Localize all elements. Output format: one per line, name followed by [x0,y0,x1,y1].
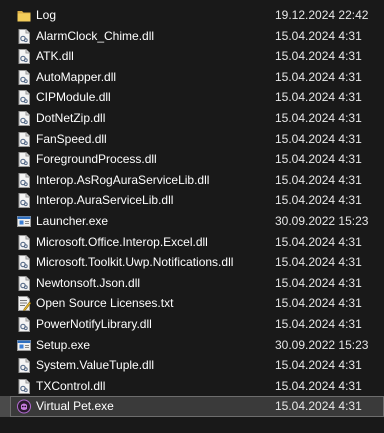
file-row[interactable]: Interop.AsRogAuraServiceLib.dll 15.04.202… [0,170,384,191]
file-row[interactable]: Open Source Licenses.txt 15.04.2024 4:31 [0,293,384,314]
dll-file-icon [17,28,31,44]
dll-file-icon [17,275,31,291]
file-list: Log 19.12.2024 22:42 AlarmClock_Chime.dll 1… [0,0,384,433]
file-row-selected[interactable]: Virtual Pet.exe 15.04.2024 4:31 [0,396,384,417]
dll-file-icon [17,90,31,106]
dll-file-icon [17,358,31,374]
file-name: Setup.exe [36,337,91,352]
file-row[interactable]: PowerNotifyLibrary.dll 15.04.2024 4:31 [0,314,384,335]
file-row[interactable]: Log 19.12.2024 22:42 [0,5,384,26]
file-row[interactable]: Newtonsoft.Json.dll 15.04.2024 4:31 [0,273,384,294]
file-name: Newtonsoft.Json.dll [36,275,141,290]
virtual-pet-app-icon [17,399,31,414]
file-name: Launcher.exe [36,213,109,228]
file-modified-date: 15.04.2024 4:31 [275,358,362,373]
file-row[interactable]: ATK.dll 15.04.2024 4:31 [0,46,384,67]
dll-file-icon [17,110,31,126]
file-modified-date: 15.04.2024 4:31 [275,131,362,146]
file-modified-date: 19.12.2024 22:42 [275,8,369,22]
dll-file-icon [17,378,31,394]
file-name: Interop.AsRogAuraServiceLib.dll [36,172,210,187]
file-modified-date: 15.04.2024 4:31 [275,172,362,187]
file-name: System.ValueTuple.dll [36,358,155,373]
file-modified-date: 30.09.2022 15:23 [275,213,369,228]
file-row[interactable]: FanSpeed.dll 15.04.2024 4:31 [0,129,384,150]
file-modified-date: 30.09.2022 15:23 [275,337,369,352]
file-row[interactable]: AlarmClock_Chime.dll 15.04.2024 4:31 [0,26,384,47]
file-modified-date: 15.04.2024 4:31 [275,69,362,84]
file-row[interactable]: Microsoft.Office.Interop.Excel.dll 15.04.… [0,232,384,253]
dll-file-icon [17,69,31,85]
dll-file-icon [17,152,31,168]
file-name: ATK.dll [36,49,74,64]
file-modified-date: 15.04.2024 4:31 [275,378,362,393]
file-modified-date: 15.04.2024 4:31 [275,90,362,105]
file-name: Interop.AuraServiceLib.dll [36,193,174,208]
file-name: Log [36,8,57,22]
dll-file-icon [17,193,31,209]
file-modified-date: 15.04.2024 4:31 [275,110,362,125]
file-name: Virtual Pet.exe [36,399,114,414]
file-name: DotNetZip.dll [36,110,106,125]
file-name: Microsoft.Office.Interop.Excel.dll [36,234,208,249]
file-modified-date: 15.04.2024 4:31 [275,296,362,311]
file-row[interactable]: ForegroundProcess.dll 15.04.2024 4:31 [0,149,384,170]
file-modified-date: 15.04.2024 4:31 [275,399,362,414]
file-name: CIPModule.dll [36,90,111,105]
file-name: Microsoft.Toolkit.Uwp.Notifications.dll [36,255,234,270]
file-row[interactable]: Interop.AuraServiceLib.dll 15.04.2024 4:3… [0,190,384,211]
dll-file-icon [17,172,31,188]
file-name: Open Source Licenses.txt [36,296,174,311]
file-row[interactable]: Launcher.exe 30.09.2022 15:23 [0,211,384,232]
dll-file-icon [17,234,31,250]
text-file-icon [17,296,32,312]
dll-file-icon [17,131,31,147]
file-row[interactable]: Setup.exe 30.09.2022 15:23 [0,335,384,356]
exe-file-icon [17,338,31,353]
file-modified-date: 15.04.2024 4:31 [275,275,362,290]
folder-icon [17,8,31,23]
file-name: ForegroundProcess.dll [36,152,157,167]
file-row[interactable]: DotNetZip.dll 15.04.2024 4:31 [0,108,384,129]
file-row[interactable]: CIPModule.dll 15.04.2024 4:31 [0,87,384,108]
dll-file-icon [17,316,31,332]
file-name: AutoMapper.dll [36,69,117,84]
file-name: FanSpeed.dll [36,131,107,146]
file-modified-date: 15.04.2024 4:31 [275,152,362,167]
file-row[interactable]: Microsoft.Toolkit.Uwp.Notifications.dll 1… [0,252,384,273]
dll-file-icon [17,49,31,65]
file-row[interactable]: TXControl.dll 15.04.2024 4:31 [0,376,384,397]
file-modified-date: 15.04.2024 4:31 [275,193,362,208]
file-modified-date: 15.04.2024 4:31 [275,28,362,43]
file-name: PowerNotifyLibrary.dll [36,316,152,331]
file-name: TXControl.dll [36,378,106,393]
dll-file-icon [17,255,31,271]
file-modified-date: 15.04.2024 4:31 [275,234,362,249]
file-row[interactable]: System.ValueTuple.dll 15.04.2024 4:31 [0,355,384,376]
file-name: AlarmClock_Chime.dll [36,28,155,43]
file-modified-date: 15.04.2024 4:31 [275,255,362,270]
exe-file-icon [17,214,31,229]
file-modified-date: 15.04.2024 4:31 [275,316,362,331]
file-modified-date: 15.04.2024 4:31 [275,49,362,64]
file-row[interactable]: AutoMapper.dll 15.04.2024 4:31 [0,67,384,88]
